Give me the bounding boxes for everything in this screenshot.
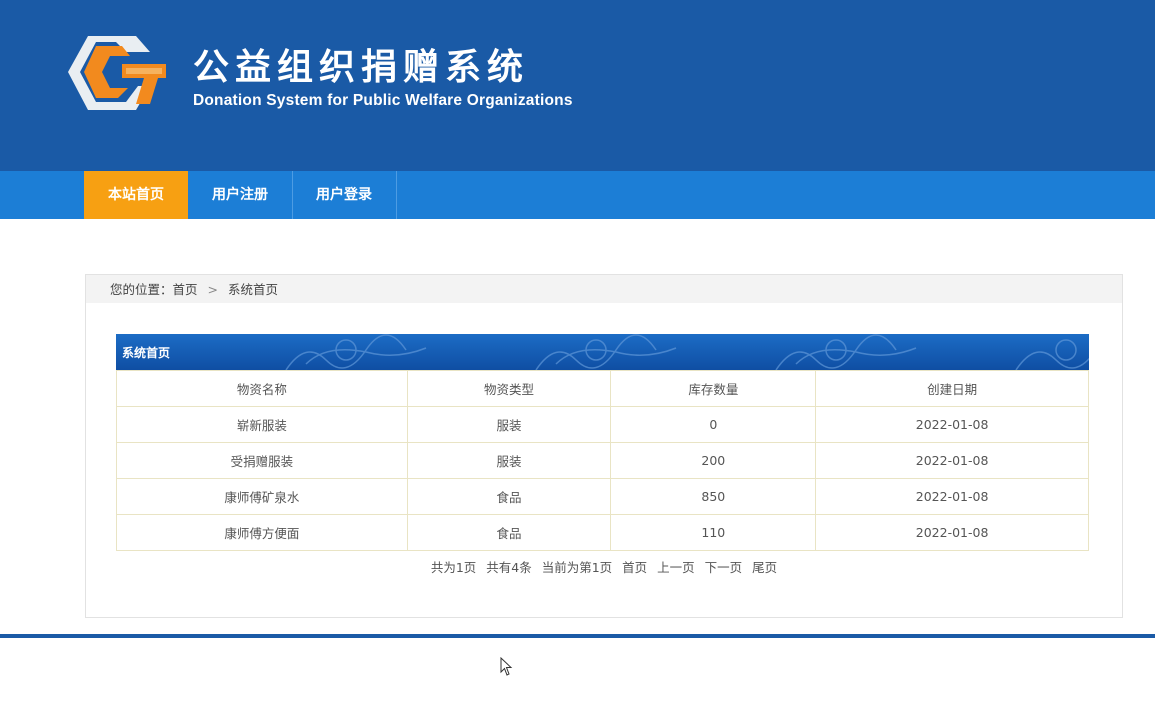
column-header: 物资类型	[406, 370, 612, 407]
table-cell: 850	[610, 478, 817, 515]
site-subtitle: Donation System for Public Welfare Organ…	[193, 92, 573, 109]
table-cell: 200	[610, 442, 817, 479]
section-header-bar: 系统首页	[116, 334, 1089, 370]
table-cell: 服装	[406, 406, 612, 443]
column-header: 创建日期	[815, 370, 1089, 407]
pager-prev-link[interactable]: 上一页	[657, 560, 695, 575]
table-cell: 服装	[406, 442, 612, 479]
footer-divider	[0, 634, 1155, 638]
decorative-pattern	[285, 334, 1089, 370]
site-header: 公益组织捐赠系统 Donation System for Public Welf…	[0, 0, 1155, 171]
site-title: 公益组织捐赠系统	[193, 47, 530, 88]
table-cell: 110	[610, 514, 817, 551]
pager-last-link[interactable]: 尾页	[752, 560, 777, 575]
pager-total-items: 共有4条	[486, 560, 532, 575]
table-cell: 康师傅矿泉水	[116, 478, 408, 515]
pager-current-page: 当前为第1页	[541, 560, 613, 575]
breadcrumb-separator: >	[207, 282, 219, 297]
content-panel: 您的位置：首页>系统首页 系统首页 物资名称 物资类型 库存数量 创建日期	[85, 274, 1123, 618]
section-title: 系统首页	[122, 346, 171, 360]
materials-table: 物资名称 物资类型 库存数量 创建日期 崭新服装 服装 0 2022-01-08…	[116, 370, 1089, 551]
table-cell: 2022-01-08	[815, 478, 1089, 515]
pagination: 共为1页 共有4条 当前为第1页 首页 上一页 下一页 尾页	[86, 557, 1122, 576]
table-cell: 康师傅方便面	[116, 514, 408, 551]
column-header: 物资名称	[116, 370, 408, 407]
table-cell: 0	[610, 406, 817, 443]
nav-divider	[396, 171, 397, 219]
breadcrumb-prefix: 您的位置：	[110, 282, 173, 297]
mouse-cursor-icon	[500, 657, 513, 676]
table-cell: 2022-01-08	[815, 514, 1089, 551]
table-row: 崭新服装 服装 0 2022-01-08	[116, 406, 1089, 443]
table-cell: 2022-01-08	[815, 442, 1089, 479]
table-header-row: 物资名称 物资类型 库存数量 创建日期	[116, 370, 1089, 407]
pager-next-link[interactable]: 下一页	[705, 560, 743, 575]
table-row: 康师傅方便面 食品 110 2022-01-08	[116, 514, 1089, 551]
breadcrumb-current: 系统首页	[228, 282, 279, 297]
nav-item-home[interactable]: 本站首页	[84, 171, 188, 219]
pager-total-pages: 共为1页	[430, 560, 477, 575]
nav-item-login[interactable]: 用户登录	[292, 171, 396, 219]
table-cell: 食品	[406, 478, 612, 515]
table-row: 受捐赠服装 服装 200 2022-01-08	[116, 442, 1089, 479]
table-cell: 食品	[406, 514, 612, 551]
donation-logo-icon	[68, 36, 166, 110]
nav-item-register[interactable]: 用户注册	[188, 171, 292, 219]
table-row: 康师傅矿泉水 食品 850 2022-01-08	[116, 478, 1089, 515]
table-cell: 2022-01-08	[815, 406, 1089, 443]
table-cell: 崭新服装	[116, 406, 408, 443]
breadcrumb: 您的位置：首页 > 系统首页	[86, 275, 1122, 303]
column-header: 库存数量	[610, 370, 817, 407]
breadcrumb-home-link[interactable]: 首页	[173, 282, 198, 297]
pager-first-link[interactable]: 首页	[622, 560, 647, 575]
main-nav: 本站首页 用户注册 用户登录	[0, 171, 1155, 219]
table-cell: 受捐赠服装	[116, 442, 408, 479]
